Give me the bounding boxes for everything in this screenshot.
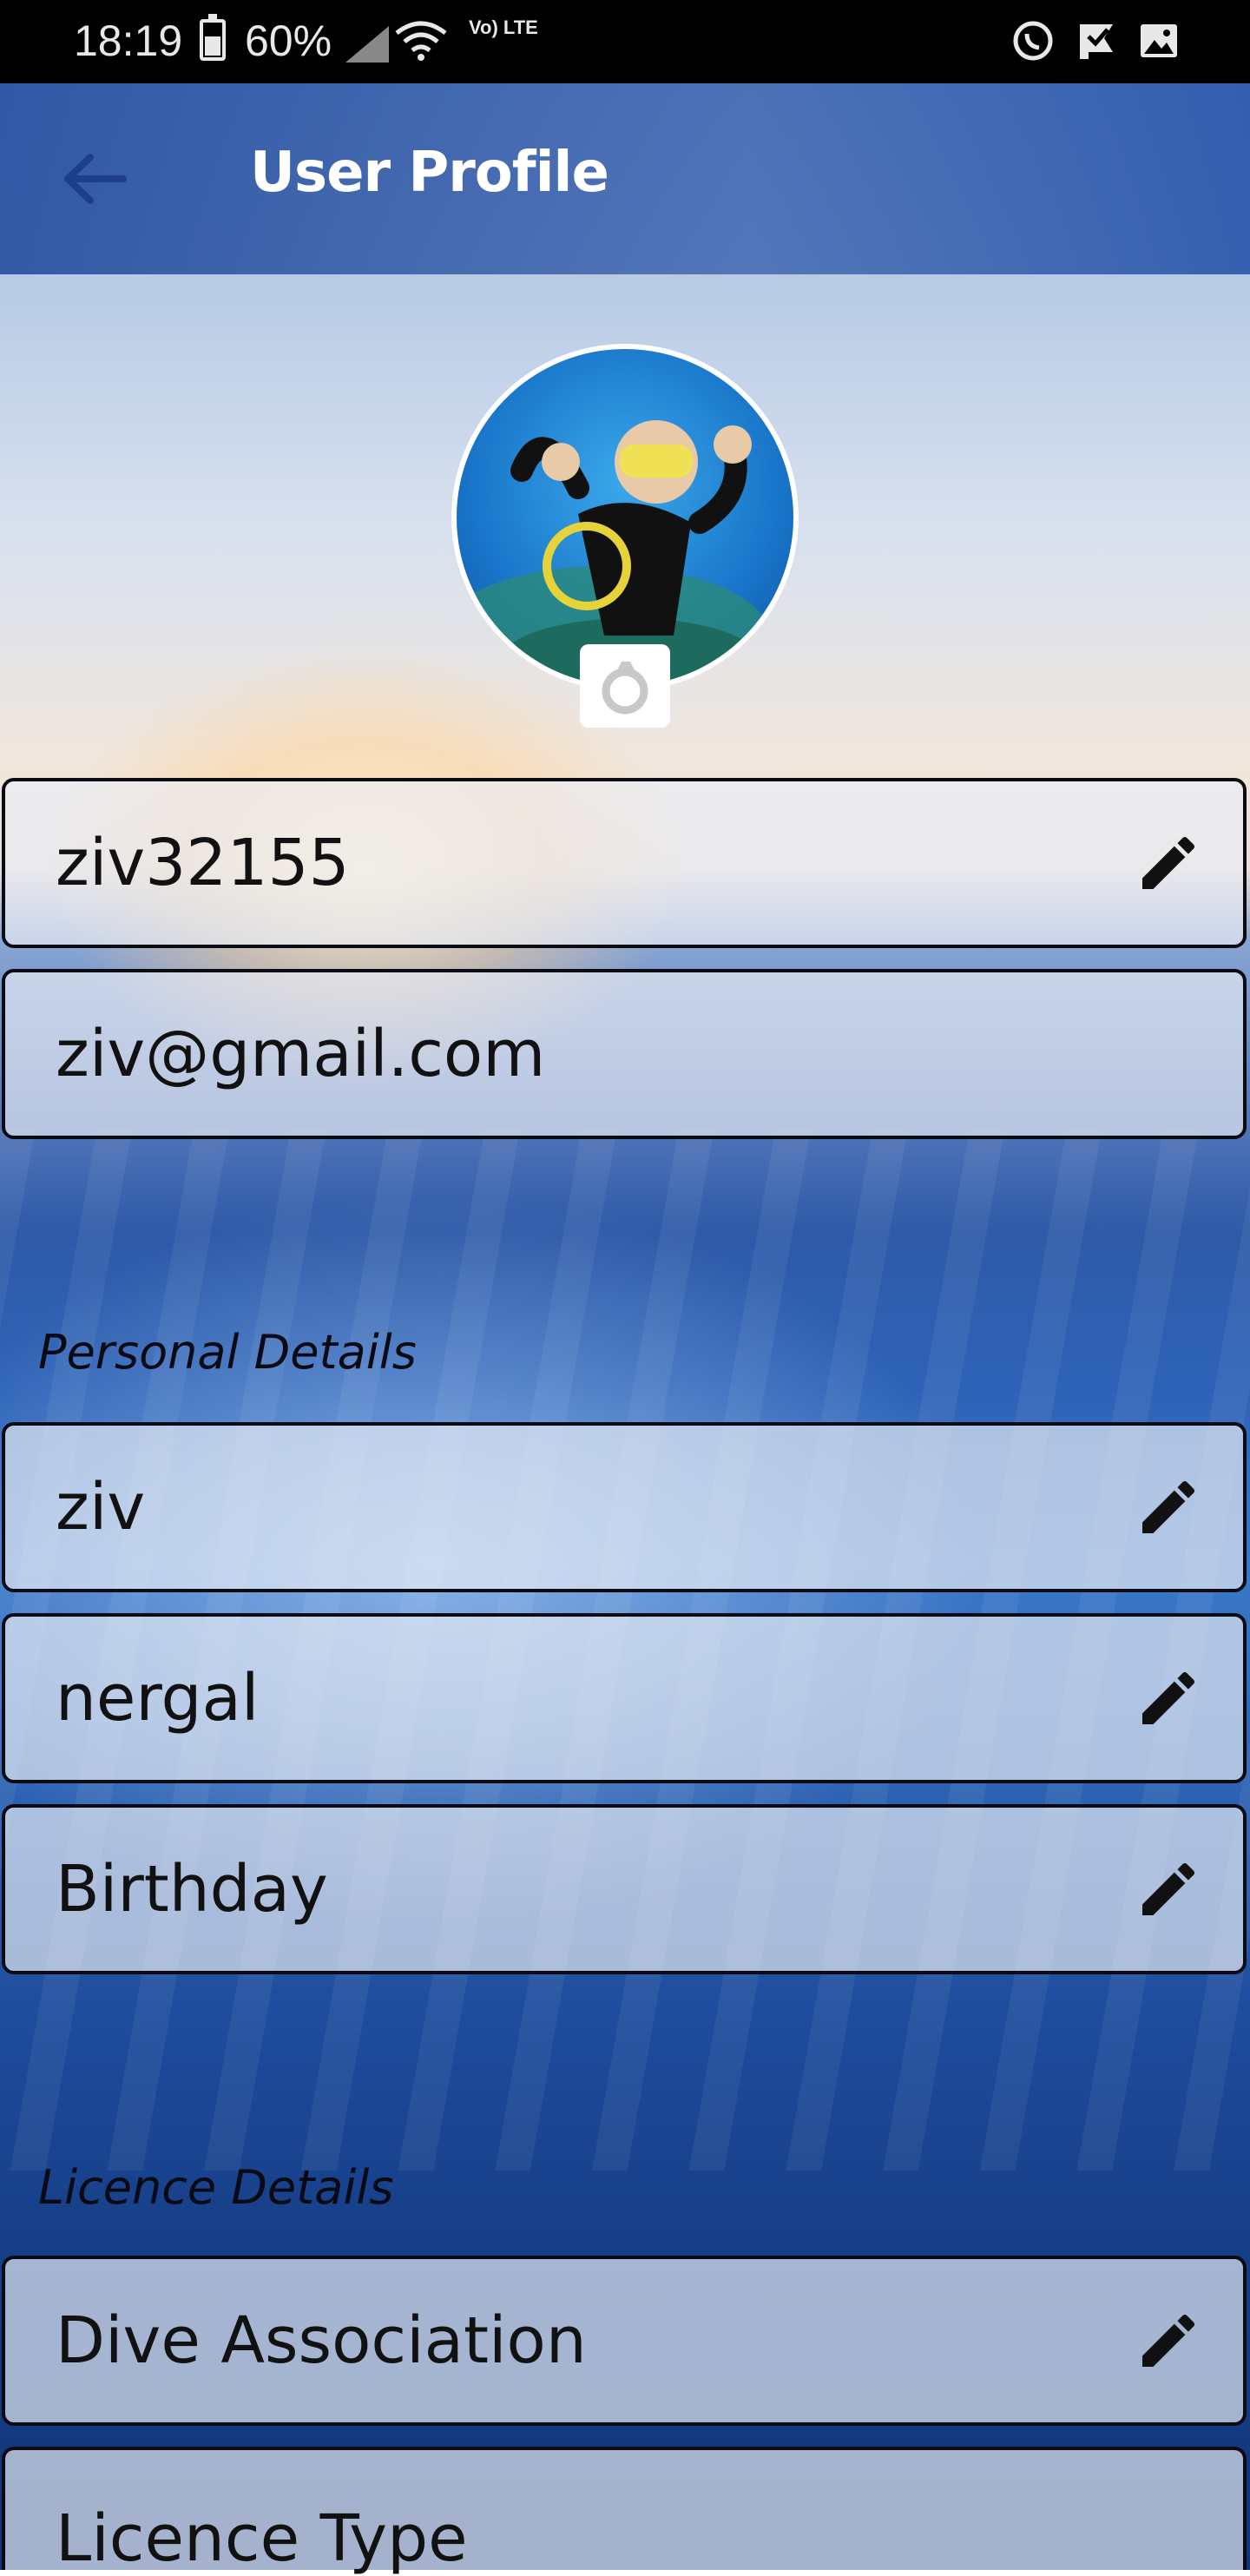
arrow-back-icon[interactable]	[52, 135, 139, 222]
image-icon	[1141, 24, 1177, 57]
camera-icon	[587, 651, 663, 721]
signal-icon	[345, 26, 389, 63]
whatsapp-icon	[1013, 21, 1053, 61]
birthday-value: Birthday	[56, 1852, 328, 1927]
first-name-field[interactable]: ziv	[2, 1422, 1247, 1592]
licence-type-value: Licence Type	[56, 2501, 468, 2576]
status-time: 18:19	[74, 16, 183, 65]
edit-icon[interactable]	[1134, 1472, 1203, 1542]
edit-icon[interactable]	[1134, 1855, 1203, 1924]
status-bar: 18:19 60% Vo) LTE	[0, 0, 1250, 83]
diver-photo	[457, 420, 769, 686]
dive-association-field[interactable]: Dive Association	[2, 2256, 1247, 2426]
wifi-icon	[395, 21, 447, 61]
last-name-value: nergal	[56, 1661, 260, 1736]
username-value: ziv32155	[56, 826, 350, 900]
flag-check-icon	[1080, 24, 1113, 59]
section-personal-details: Personal Details	[38, 1325, 417, 1380]
email-value: ziv@gmail.com	[56, 1017, 546, 1091]
birthday-field[interactable]: Birthday	[2, 1804, 1247, 1974]
section-licence-details: Licence Details	[38, 2160, 394, 2215]
avatar[interactable]	[451, 344, 799, 691]
status-battery: 60%	[245, 16, 332, 65]
volte-indicator: Vo) LTE	[469, 16, 538, 38]
page-title: User Profile	[250, 141, 609, 205]
username-field[interactable]: ziv32155	[2, 778, 1247, 948]
app-bar: User Profile	[0, 83, 1250, 274]
first-name-value: ziv	[56, 1470, 146, 1545]
dive-association-value: Dive Association	[56, 2303, 587, 2378]
battery-icon	[200, 14, 226, 61]
edit-icon[interactable]	[1134, 828, 1203, 898]
change-photo-button[interactable]	[580, 644, 670, 728]
edit-icon[interactable]	[1134, 1664, 1203, 1733]
licence-type-field[interactable]: Licence Type	[2, 2447, 1247, 2576]
email-field[interactable]: ziv@gmail.com	[2, 969, 1247, 1139]
edit-icon[interactable]	[1134, 2306, 1203, 2375]
last-name-field[interactable]: nergal	[2, 1613, 1247, 1783]
